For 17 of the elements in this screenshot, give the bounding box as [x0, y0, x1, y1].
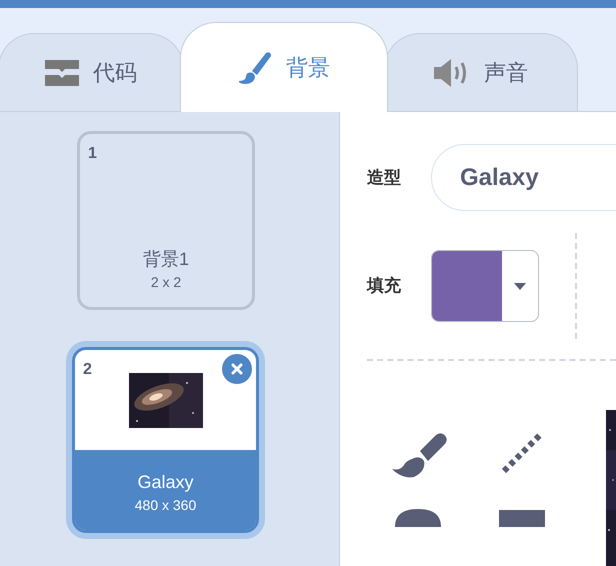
costume-name-field[interactable]: Galaxy	[431, 144, 616, 211]
backdrop-size: 480 x 360	[134, 497, 196, 514]
costume-label: 造型	[367, 166, 402, 189]
fill-color-picker[interactable]	[431, 250, 539, 322]
tab[interactable]: 背景	[180, 22, 388, 112]
backdrop-name: Galaxy	[137, 472, 194, 494]
paintbrush-icon	[238, 50, 272, 84]
backdrop-size: 2 x 2	[150, 274, 182, 291]
rectangle-icon[interactable]	[499, 507, 545, 527]
code-blocks-icon	[45, 60, 79, 86]
caret-icon	[514, 282, 526, 290]
backdrop-thumbnail[interactable]: 背景1 2 x 2 1	[77, 131, 255, 310]
fill-label: 填充	[367, 275, 402, 298]
backdrop-number: 1	[88, 146, 97, 162]
backdrop-number: 2	[83, 362, 92, 378]
backdrop-name: 背景1	[142, 248, 189, 270]
close-icon	[231, 363, 243, 375]
